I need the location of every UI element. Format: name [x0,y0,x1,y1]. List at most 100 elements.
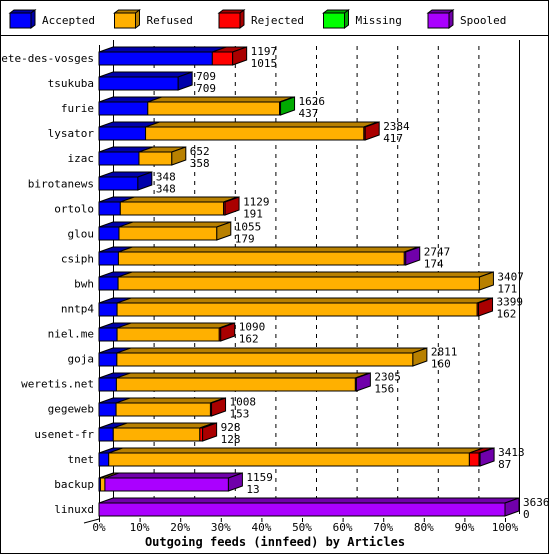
category-label: ortolo [54,202,94,215]
bar-segment-accepted [98,302,118,317]
bar-segment-accepted [98,251,119,266]
bar-segment-accepted [98,427,114,442]
accepted-label: 1015 [251,57,278,70]
bar-segment-refused [115,402,211,417]
bar-top-refused [115,397,225,404]
bar-segment-accepted [98,201,121,216]
category-label: bete-des-vosges [0,52,94,65]
accepted-label: 171 [497,282,517,295]
legend-swatch-side [344,9,349,29]
chart-container: Accepted Refused Rejected Missing Spooled be… [0,0,550,555]
bar-top-refused [116,372,370,379]
accepted-label: 162 [239,333,259,346]
innfeed-chart: Accepted Refused Rejected Missing Spooled be… [0,0,550,554]
legend-label-missing: Missing [356,14,402,27]
bar-top-refused [147,96,294,103]
legend-swatch [114,12,136,29]
bar-top-refused [113,422,214,429]
bar-top-accepted [98,71,193,78]
bar-segment-accepted [98,101,149,116]
bar-top-refused [108,447,484,454]
x-tick-label: 20% [170,521,190,534]
accepted-label: 437 [299,107,319,120]
category-label: csiph [61,252,94,265]
legend-label-spooled: Spooled [460,14,506,27]
accepted-label: 348 [156,182,176,195]
legend-swatch-side [30,9,36,29]
bar-segment-accepted [98,452,110,467]
legend-swatch [218,12,241,29]
bar-segment-accepted [98,176,139,191]
accepted-label: 160 [431,358,451,371]
accepted-label: 13 [246,483,259,496]
category-label: tnet [68,453,95,466]
accepted-label: 162 [497,308,517,321]
accepted-label: 87 [498,458,511,471]
category-label: glou [68,227,95,240]
bar-segment-refused [119,201,225,216]
x-tick-label: 30% [211,521,231,534]
bar-segment-accepted [98,76,179,91]
bar-top-refused [116,347,428,354]
bar-segment-accepted [98,377,117,392]
bar-segment-spooled [98,502,506,517]
bar-segment-accepted [98,151,140,166]
accepted-label: 417 [383,132,403,145]
accepted-label: 358 [190,157,210,170]
bar-segment-rejected [468,452,480,467]
category-label: usenet-fr [34,428,94,441]
bar-top-refused [120,196,238,203]
x-tick-label: 80% [414,521,434,534]
x-tick-label: 40% [251,521,271,534]
x-tick-label: 70% [373,521,393,534]
bar-segment-refused [116,327,220,342]
bar-top-refused [117,271,494,278]
category-label: furie [61,102,94,115]
legend-swatch-side [448,9,454,29]
bar-segment-accepted [98,276,119,291]
accepted-label: 156 [374,383,394,396]
bar-segment-refused [138,151,173,166]
accepted-label: 153 [230,408,250,421]
x-tick-label: 10% [130,521,150,534]
bar-segment-rejected [211,51,234,66]
accepted-label: 128 [221,433,241,446]
bar-segment-accepted [98,126,147,141]
bar-segment-refused [147,101,281,116]
bar-segment-accepted [98,402,117,417]
category-label: lysator [48,127,95,140]
bar-segment-refused [118,226,218,241]
bar-segment-accepted [98,327,118,342]
category-label: izac [68,152,95,165]
category-label: tsukuba [48,77,94,90]
bar-top-accepted [98,46,227,53]
bar-top-spooled [104,472,243,479]
x-tick-label: 60% [333,521,353,534]
x-tick-label: 0% [92,521,106,534]
bar-segment-refused [116,352,414,367]
category-label: backup [54,478,94,491]
accepted-label: 174 [424,257,444,270]
x-tick-label: 50% [292,521,312,534]
bar-top-refused [116,322,234,329]
legend-label-accepted: Accepted [42,14,95,27]
category-label: nntp4 [61,303,94,316]
category-label: niel.me [48,328,94,341]
bar-segment-refused [117,276,480,291]
legend-label-refused: Refused [147,14,193,27]
bar-top-refused [116,297,492,304]
bar-top-refused [118,221,231,228]
legend-label-rejected: Rejected [251,14,304,27]
legend-swatch-side [135,9,140,29]
category-label: birotanews [28,177,94,190]
bar-segment-refused [116,302,478,317]
bar-segment-refused [112,427,201,442]
x-tick-label: 90% [454,521,474,534]
category-label: goja [68,353,95,366]
bar-segment-refused [108,452,470,467]
bar-segment-accepted [98,352,118,367]
bar-top-spooled [98,497,520,504]
accepted-label: 179 [235,232,255,245]
bar-top-refused [145,121,379,128]
bar-segment-accepted [98,226,120,241]
